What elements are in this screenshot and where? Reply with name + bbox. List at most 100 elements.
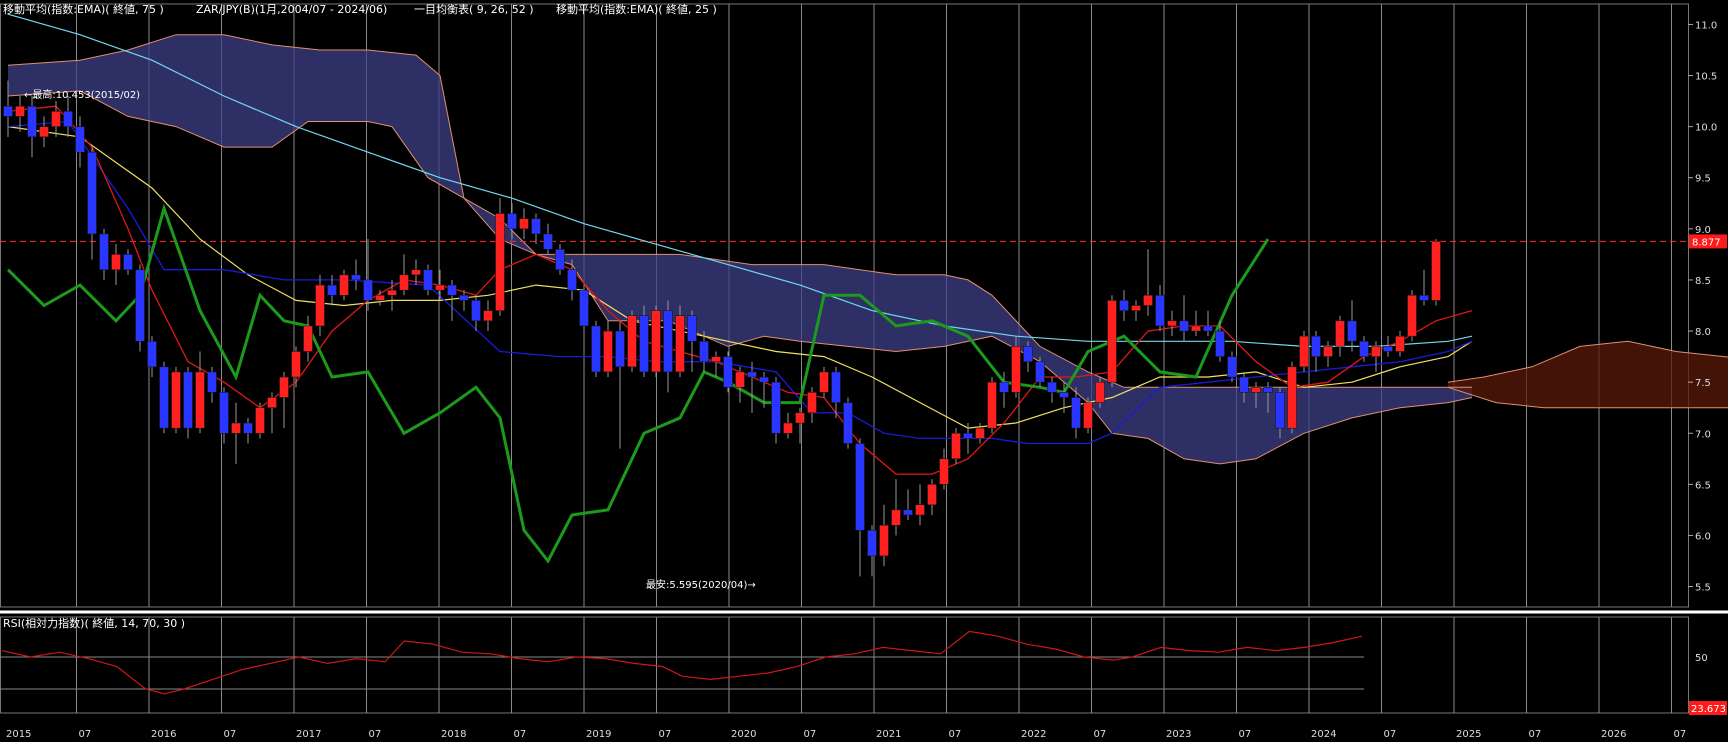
candle-body [1335, 320, 1345, 347]
candle-body [627, 315, 637, 368]
candle-body [447, 284, 457, 296]
candle-body [1275, 392, 1285, 429]
y-tick-label: 9.5 [1695, 174, 1711, 185]
rsi-value-label: 23.673 [1691, 704, 1726, 715]
y-tick-label: 5.5 [1695, 583, 1711, 594]
x-tick-label: 07 [369, 729, 382, 740]
candle-body [243, 422, 253, 434]
candle-body [807, 392, 817, 414]
ema75-legend: 移動平均(指数:EMA)( 終値, 75 ) [3, 2, 164, 16]
x-tick-label: 07 [1384, 729, 1397, 740]
y-tick-label: 6.0 [1695, 531, 1711, 542]
candle-body [1431, 241, 1441, 301]
candle-body [543, 233, 553, 250]
candle-body [963, 433, 973, 439]
x-tick-label: 07 [79, 729, 92, 740]
candle-body [279, 376, 289, 398]
y-tick-label: 8.5 [1695, 276, 1711, 287]
candle-body [207, 371, 217, 393]
candle-body [531, 218, 541, 235]
candle-body [315, 284, 325, 327]
candle-body [483, 310, 493, 322]
candle-body [15, 105, 25, 117]
last-price-label: 8.877 [1692, 237, 1721, 248]
candle-body [879, 524, 889, 557]
candle-body [891, 509, 901, 526]
candle-body [639, 315, 649, 373]
rsi-legend: RSI(相対力指数)( 終値, 14, 70, 30 ) [3, 616, 185, 630]
candle-body [435, 284, 445, 291]
x-tick-label: 07 [1239, 729, 1252, 740]
ichimoku-legend: 一目均衡表( 9, 26, 52 ) [414, 2, 534, 16]
candle-body [1287, 366, 1297, 429]
candle-body [471, 300, 481, 322]
x-tick-label: 2020 [731, 729, 756, 740]
x-tick-label: 07 [1529, 729, 1542, 740]
candle-body [1059, 392, 1069, 398]
symbol-legend: ZAR/JPY(B)(1月,2004/07 - 2024/06) [196, 3, 387, 16]
candle-body [1023, 346, 1033, 362]
x-tick-label: 2023 [1166, 729, 1191, 740]
x-tick-label: 07 [804, 729, 817, 740]
candle-body [1371, 346, 1381, 357]
y-tick-label: 7.0 [1695, 429, 1711, 440]
candle-body [1407, 295, 1417, 337]
candle-body [1071, 397, 1081, 429]
y-tick-label: 7.5 [1695, 378, 1711, 389]
y-tick-label: 9.0 [1695, 225, 1711, 236]
candle-body [711, 356, 721, 362]
candle-body [351, 274, 361, 281]
x-tick-label: 07 [659, 729, 672, 740]
candle-body [147, 341, 157, 368]
x-tick-label: 07 [1674, 729, 1687, 740]
candle-body [339, 274, 349, 296]
candle-body [759, 376, 769, 383]
candle-body [423, 269, 433, 291]
candle-body [603, 330, 613, 373]
candle-body [171, 371, 181, 429]
candle-body [567, 269, 577, 291]
candle-body [819, 371, 829, 393]
candle-body [1395, 335, 1405, 352]
candle-body [831, 371, 841, 403]
candle-body [1383, 346, 1393, 352]
candle-body [519, 218, 529, 230]
candle-body [291, 351, 301, 378]
price-chart[interactable]: 2015 07 2016 07 2017 07 2018 07 2019 07 2020 07 2021… [0, 0, 1728, 742]
candle-body [219, 392, 229, 434]
candle-body [783, 422, 793, 434]
candle-body [663, 310, 673, 373]
candle-body [771, 381, 781, 434]
candle-body [1203, 325, 1213, 332]
candle-body [99, 233, 109, 270]
candle-body [1155, 295, 1165, 327]
x-tick-label: 07 [514, 729, 527, 740]
candle-body [1083, 402, 1093, 429]
candle-body [1095, 381, 1105, 403]
candle-body [735, 371, 745, 388]
candle-body [39, 126, 49, 138]
candle-body [363, 279, 373, 301]
y-tick-label: 10.5 [1695, 72, 1717, 83]
candle-body [987, 381, 997, 429]
candle-body [843, 402, 853, 444]
candle-body [927, 484, 937, 506]
candle-body [111, 254, 121, 270]
candle-body [1251, 387, 1261, 393]
candle-body [3, 105, 13, 117]
candle-body [1167, 320, 1177, 327]
candle-body [507, 213, 517, 230]
candle-body [723, 356, 733, 388]
candle-body [699, 341, 709, 362]
y-tick-label: 8.0 [1695, 327, 1711, 338]
x-tick-label: 2022 [1021, 729, 1046, 740]
x-tick-label: 07 [1094, 729, 1107, 740]
candle-body [399, 274, 409, 291]
x-tick-label: 2016 [151, 729, 176, 740]
candle-body [651, 310, 661, 373]
candle-body [1323, 346, 1333, 357]
candle-body [1179, 320, 1189, 332]
candle-body [75, 126, 85, 153]
x-tick-label: 2018 [441, 729, 466, 740]
candle-body [1347, 320, 1357, 342]
